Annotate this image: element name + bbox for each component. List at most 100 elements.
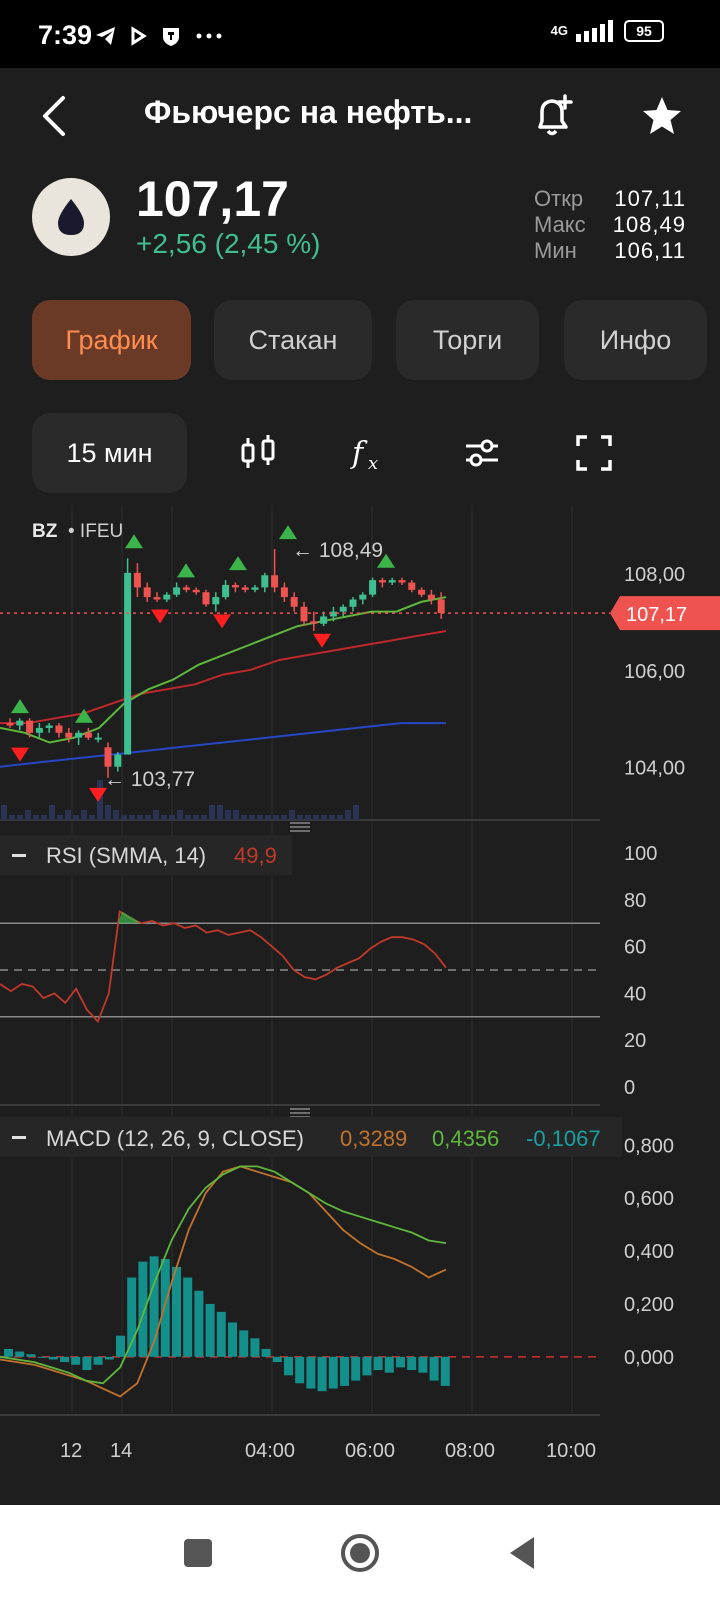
fractal-down-marker — [313, 633, 331, 648]
indicators-button[interactable]: fx — [340, 420, 400, 486]
price-axis-tick: 108,00 — [624, 564, 685, 586]
candle-body — [114, 754, 122, 767]
fractal-up-marker — [177, 563, 195, 578]
signal-icon — [576, 20, 613, 42]
back-button[interactable] — [28, 86, 80, 146]
macd-histogram-bar — [93, 1356, 103, 1365]
volume-bar — [89, 815, 95, 820]
open-value: 107,11 — [614, 186, 686, 211]
candle-body — [290, 597, 298, 607]
tab-info[interactable]: Инфо — [564, 300, 707, 380]
macd-histogram-bar — [183, 1277, 193, 1357]
macd-axis-tick: 0,200 — [624, 1294, 674, 1316]
macd-histogram-bar — [362, 1356, 372, 1376]
candle-body — [45, 725, 53, 728]
candle-body — [241, 587, 249, 590]
chart-settings-button[interactable] — [452, 420, 512, 486]
candle-body — [418, 589, 426, 595]
macd-histogram-bar — [418, 1356, 428, 1373]
favorite-button[interactable] — [636, 86, 688, 146]
fractal-up-marker — [125, 534, 143, 549]
candle-body — [339, 606, 347, 612]
volume-bar — [105, 805, 111, 820]
triangle-back-icon — [510, 1537, 534, 1569]
fullscreen-button[interactable] — [564, 420, 624, 486]
candle-body — [310, 621, 318, 624]
candle-body — [251, 587, 259, 590]
volume-bar — [217, 805, 223, 820]
home-button[interactable] — [332, 1525, 388, 1581]
macd-histogram-bar — [138, 1261, 148, 1357]
volume-bar — [81, 810, 87, 820]
last-price-label: 107,17 — [626, 604, 687, 626]
recents-button[interactable] — [170, 1525, 226, 1581]
macd-histogram-bar — [306, 1356, 316, 1389]
chart-type-button[interactable] — [228, 420, 288, 486]
candles-icon — [241, 435, 275, 468]
candle-body — [261, 575, 269, 588]
rsi-axis-tick: 100 — [624, 843, 657, 865]
pane-resize-handle — [290, 822, 310, 832]
candle-body — [398, 580, 406, 583]
bell-plus-icon — [538, 94, 573, 136]
volume-bar — [57, 815, 63, 820]
macd-histogram-bar — [104, 1356, 114, 1360]
macd-histogram-bar — [396, 1356, 405, 1368]
rsi-name: RSI (SMMA, 14) — [46, 843, 206, 868]
volume-bar — [297, 815, 303, 820]
add-alert-button[interactable] — [528, 86, 580, 146]
macd-histogram-bar — [429, 1356, 439, 1381]
candle-body — [133, 572, 141, 588]
macd-histogram-bar — [4, 1348, 13, 1357]
page-title: Фьючерс на нефть... — [144, 94, 473, 130]
macd-histogram-bar — [351, 1356, 361, 1381]
chevron-left-icon — [43, 96, 65, 136]
macd-histogram-bar — [440, 1356, 450, 1386]
ma-slow-line — [0, 722, 446, 768]
macd-histogram-bar — [250, 1338, 260, 1357]
nav-back-button[interactable] — [494, 1525, 550, 1581]
status-right: 4G 95 — [551, 20, 664, 42]
macd-histogram-bar — [216, 1311, 226, 1357]
chart-area[interactable]: ← 108,49 ← 103,77 108,00 106,00 104,00 107,1… — [0, 505, 720, 1505]
candle-body — [6, 723, 14, 726]
oil-drop-icon — [58, 199, 84, 235]
candle-body — [212, 597, 220, 605]
exchange-label: • IFEU — [68, 521, 123, 542]
low-label: Мин — [534, 238, 577, 263]
macd-histogram-bar — [384, 1356, 394, 1373]
tab-trades[interactable]: Торги — [396, 300, 539, 380]
symbol-label: BZ — [32, 521, 58, 542]
macd-histogram-bar — [15, 1351, 25, 1357]
macd-axis-tick: 0,000 — [624, 1347, 674, 1369]
fractal-down-marker — [213, 614, 231, 629]
volume-bar — [145, 815, 151, 820]
macd-histogram-bar — [317, 1356, 327, 1392]
candle-body — [94, 737, 102, 740]
volume-bar — [41, 815, 47, 820]
macd-histogram-bar — [26, 1354, 36, 1357]
interval-selector[interactable]: 15 мин — [32, 413, 187, 493]
macd-histogram-bar — [116, 1335, 125, 1357]
volume-bar — [185, 815, 191, 820]
fractal-down-marker — [11, 747, 29, 762]
high-label: Макс — [534, 212, 586, 237]
candle-body — [437, 599, 445, 614]
candle-body — [408, 582, 416, 590]
candle-body — [192, 589, 200, 593]
function-icon: fx — [350, 436, 378, 474]
last-price: 107,17 — [136, 171, 289, 227]
volume-bar — [113, 810, 119, 820]
macd-axis-tick: 0,400 — [624, 1241, 674, 1263]
network-type: 4G — [550, 23, 568, 38]
candle-body — [349, 599, 357, 607]
tab-order-book[interactable]: Стакан — [214, 300, 372, 380]
sliders-icon — [466, 439, 498, 467]
open-label: Откр — [534, 186, 584, 211]
candle-body — [231, 584, 239, 588]
time-axis-tick: 10:00 — [546, 1440, 596, 1462]
tab-chart[interactable]: График — [32, 300, 191, 380]
candle-body — [280, 587, 288, 598]
volume-bar — [73, 815, 79, 820]
macd-histogram-bar — [37, 1356, 47, 1358]
